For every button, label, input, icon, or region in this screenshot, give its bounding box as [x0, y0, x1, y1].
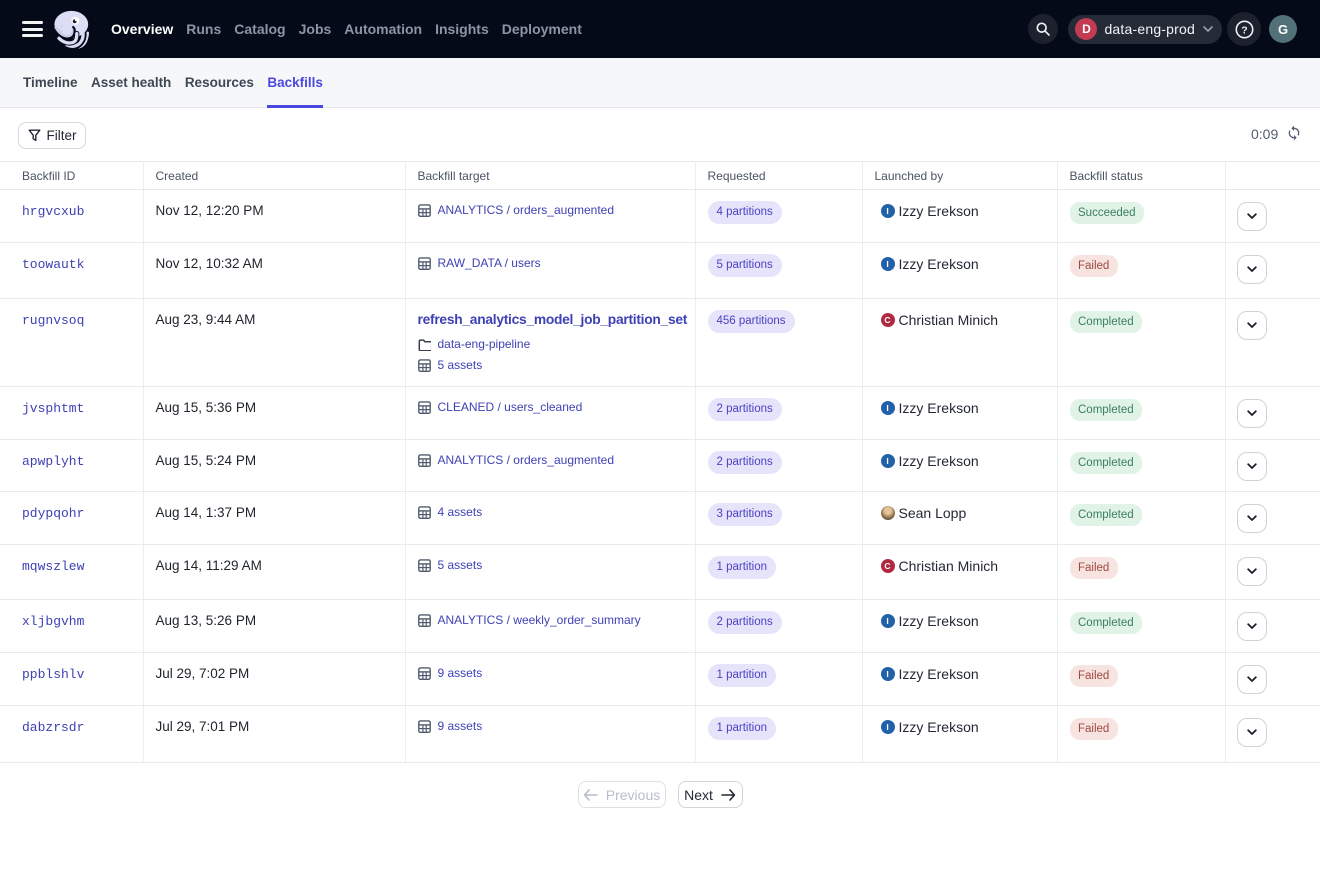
svg-text:?: ? [1241, 24, 1247, 36]
